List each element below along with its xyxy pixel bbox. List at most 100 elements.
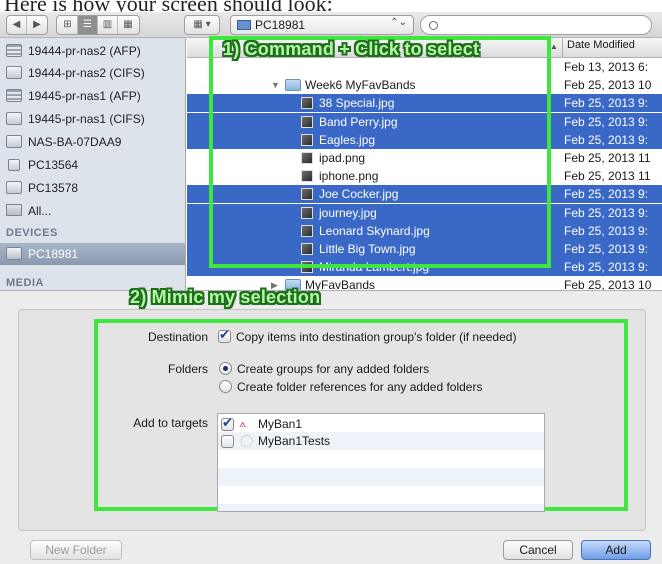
pc-icon: [8, 159, 20, 171]
sidebar-item-label: NAS-BA-07DAA9: [28, 135, 122, 149]
folder-icon: [285, 79, 301, 92]
file-date: Feb 25, 2013 9:: [564, 242, 649, 256]
date-header-label: Date Modified: [567, 39, 635, 51]
target-myban1-label: MyBan1: [258, 417, 303, 431]
monitor-icon: [6, 135, 22, 148]
file-date: Feb 25, 2013 11: [564, 169, 651, 184]
sidebar-item-pc13564[interactable]: PC13564: [0, 154, 185, 176]
file-row[interactable]: Feb 13, 2013 6:: [187, 58, 662, 76]
file-name: Joe Cocker.jpg: [319, 187, 399, 202]
image-file-icon: [301, 152, 313, 164]
sidebar-item-label: PC13564: [28, 158, 79, 172]
file-date: Feb 13, 2013 6:: [564, 60, 649, 74]
sidebar-item-nas-ba-07daa9[interactable]: NAS-BA-07DAA9: [0, 131, 185, 153]
image-file-icon: [301, 206, 313, 219]
test-target-icon: ◯: [240, 433, 254, 447]
target-myban1-checkbox[interactable]: [221, 415, 234, 431]
date-modified-header[interactable]: Date Modified: [562, 38, 635, 58]
file-date: Feb 25, 2013 9:: [564, 223, 649, 238]
column-view-icon[interactable]: ▥: [98, 16, 118, 34]
file-row[interactable]: ipad.png Feb 25, 2013 11: [187, 149, 662, 167]
file-date: Feb 25, 2013 9:: [564, 132, 649, 147]
image-file-icon: [301, 261, 313, 274]
file-row[interactable]: Miranda Lambert.jpg Feb 25, 2013 9:: [187, 258, 662, 277]
sidebar-item-pc18981[interactable]: PC18981: [0, 243, 185, 265]
view-mode-control[interactable]: ⊞ ☰ ▥ ▦: [56, 15, 140, 35]
back-icon[interactable]: ◀: [7, 16, 27, 34]
file-name: journey.jpg: [319, 205, 377, 220]
forward-icon[interactable]: ▶: [27, 16, 47, 34]
file-date: Feb 25, 2013 9:: [564, 96, 649, 111]
folders-label: Folders: [167, 362, 208, 376]
network-icon: [6, 204, 22, 216]
sidebar-item-all[interactable]: All...: [0, 200, 185, 222]
annotation-step2: 2) Mimic my selection: [130, 287, 321, 307]
arrange-icon: ▦ ▾: [193, 19, 211, 30]
create-groups-radio[interactable]: [219, 362, 232, 375]
sidebar-item-pc13578[interactable]: PC13578: [0, 177, 185, 199]
file-name: Leonard Skynard.jpg: [319, 223, 430, 238]
nas-drive-icon: [6, 44, 22, 57]
monitor-icon: [6, 66, 22, 79]
new-folder-button[interactable]: New Folder: [30, 540, 122, 560]
computer-icon: [6, 247, 22, 260]
location-label: PC18981: [255, 18, 306, 32]
back-forward-control[interactable]: ◀ ▶: [6, 15, 48, 35]
sidebar-item-19445-nas1-afp[interactable]: 19445-pr-nas1 (AFP): [0, 85, 185, 107]
annotation-step1: 1) Command + Click to select: [223, 39, 480, 59]
image-file-icon: [301, 170, 313, 183]
list-view-icon[interactable]: ☰: [78, 16, 98, 34]
sidebar-item-19445-nas1-cifs[interactable]: 19445-pr-nas1 (CIFS): [0, 108, 185, 130]
create-folder-references-text: Create folder references for any added f…: [237, 380, 483, 394]
file-row[interactable]: Joe Cocker.jpg Feb 25, 2013 9:: [187, 185, 662, 204]
file-row[interactable]: Little Big Town.jpg Feb 25, 2013 9:: [187, 240, 662, 258]
file-date: Feb 25, 2013 10: [564, 78, 652, 93]
cancel-button[interactable]: Cancel: [503, 540, 573, 560]
target-myban1tests-checkbox[interactable]: [221, 435, 234, 448]
file-row[interactable]: Eagles.jpg Feb 25, 2013 9:: [187, 130, 662, 149]
nas-drive-icon: [6, 89, 22, 102]
copy-items-text: Copy items into destination group's fold…: [236, 330, 517, 344]
media-heading: MEDIA: [6, 277, 44, 289]
add-button[interactable]: Add: [581, 540, 651, 560]
file-name: Miranda Lambert.jpg: [319, 260, 430, 275]
location-popup[interactable]: PC18981 ⌃⌄: [230, 15, 414, 35]
file-name: Eagles.jpg: [319, 132, 376, 147]
file-browser-toolbar: ◀ ▶ ⊞ ☰ ▥ ▦ ▦ ▾ PC18981 ⌃⌄: [0, 12, 662, 38]
file-list: ▲ Date Modified Feb 13, 2013 6: ▼ Week6 My…: [187, 38, 662, 290]
sidebar-item-19444-nas2-cifs[interactable]: 19444-pr-nas2 (CIFS): [0, 62, 185, 84]
file-row[interactable]: Band Perry.jpg Feb 25, 2013 9:: [187, 112, 662, 131]
file-name: iphone.png: [319, 169, 379, 184]
arrange-button[interactable]: ▦ ▾: [184, 15, 220, 35]
image-file-icon: [301, 133, 313, 146]
computer-icon: [237, 20, 251, 30]
app-target-icon: ⟑: [239, 416, 247, 430]
copy-items-checkbox[interactable]: [218, 327, 231, 343]
file-row[interactable]: 38 Special.jpg Feb 25, 2013 9:: [187, 94, 662, 113]
file-row[interactable]: iphone.png Feb 25, 2013 11: [187, 167, 662, 185]
file-name: Week6 MyFavBands: [305, 78, 416, 93]
sidebar-item-label: 19444-pr-nas2 (CIFS): [28, 66, 145, 80]
file-name: Band Perry.jpg: [319, 114, 398, 129]
search-icon: [429, 20, 438, 30]
coverflow-view-icon[interactable]: ▦: [118, 16, 138, 34]
create-folder-references-radio[interactable]: [219, 380, 232, 393]
file-name: Little Big Town.jpg: [319, 242, 416, 256]
monitor-icon: [6, 112, 22, 125]
sidebar-item-label: PC18981: [28, 247, 79, 261]
search-field[interactable]: [420, 15, 652, 35]
monitor-icon: [6, 181, 22, 194]
sidebar-item-label: PC13578: [28, 181, 79, 195]
file-row[interactable]: ▼ Week6 MyFavBands Feb 25, 2013 10: [187, 76, 662, 94]
disclosure-open-icon[interactable]: ▼: [271, 80, 280, 90]
file-row[interactable]: journey.jpg Feb 25, 2013 9:: [187, 203, 662, 222]
file-name: 38 Special.jpg: [319, 96, 395, 111]
file-row[interactable]: Leonard Skynard.jpg Feb 25, 2013 9:: [187, 221, 662, 240]
image-file-icon: [301, 115, 313, 128]
sidebar-item-19444-nas2-afp[interactable]: 19444-pr-nas2 (AFP): [0, 40, 185, 62]
file-date: Feb 25, 2013 11: [564, 151, 651, 165]
file-date: Feb 25, 2013 9:: [564, 260, 649, 275]
image-file-icon: [301, 97, 313, 110]
sidebar-item-label: 19445-pr-nas1 (AFP): [28, 89, 141, 103]
icon-view-icon[interactable]: ⊞: [58, 16, 78, 34]
